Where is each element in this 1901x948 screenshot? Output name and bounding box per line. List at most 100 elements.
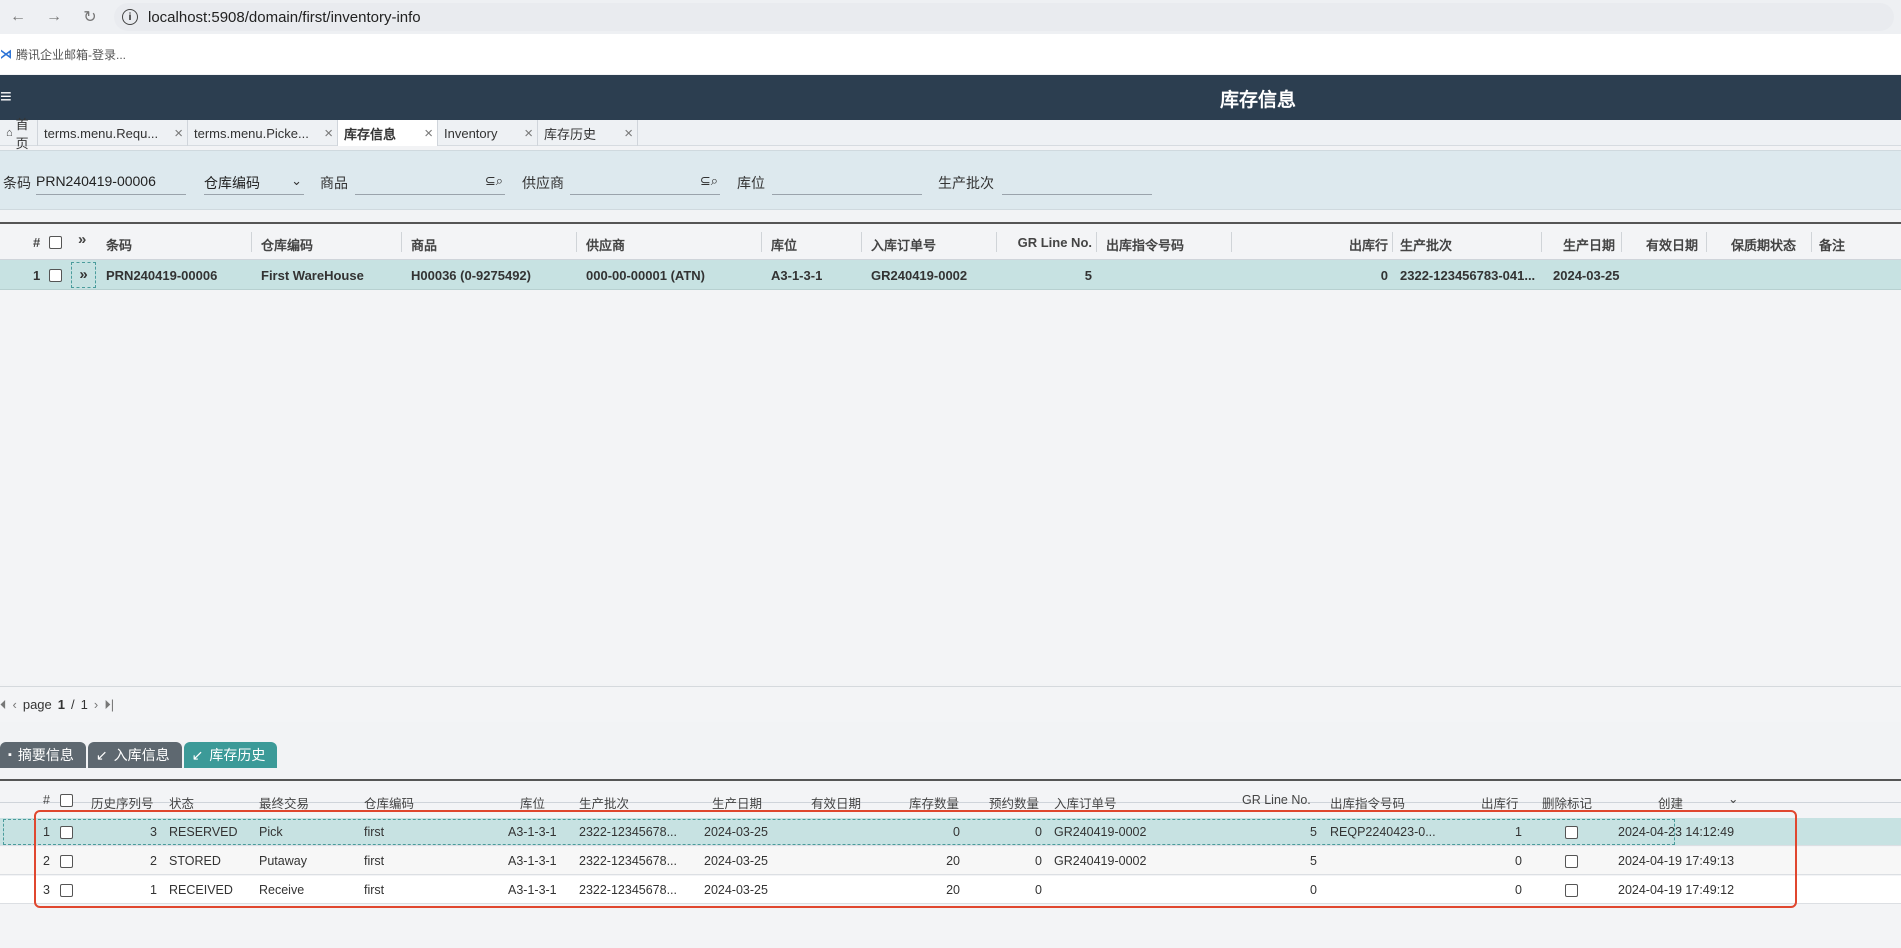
mail-icon: ⋊	[0, 47, 12, 61]
cell-location: A3-1-3-1	[508, 825, 557, 839]
cell-warehouse: first	[364, 854, 385, 868]
back-icon[interactable]: ←	[0, 8, 36, 26]
prev-page-icon[interactable]: ‹	[13, 697, 17, 712]
col-last-tx[interactable]: 最终交易	[259, 793, 309, 812]
close-icon[interactable]: ×	[324, 125, 333, 142]
col-created[interactable]: 创建	[1658, 793, 1683, 812]
table-row[interactable]: 2 2 STORED Putaway first A3-1-3-1 2322-1…	[0, 847, 1901, 875]
sort-desc-icon[interactable]: ⌄	[1728, 791, 1738, 806]
col-mfg-date[interactable]: 生产日期	[1545, 235, 1615, 254]
current-page: 1	[57, 697, 65, 712]
bookmark-item[interactable]: 腾讯企业邮箱-登录...	[16, 46, 126, 63]
expand-all-icon[interactable]: »	[78, 231, 86, 248]
reload-icon[interactable]: ↻	[72, 7, 108, 27]
grid-header: # » 条码 仓库编码 商品 供应商 库位 入库订单号 GR Line No. …	[0, 224, 1901, 260]
row-checkbox[interactable]	[60, 855, 73, 868]
product-input[interactable]: ⊆⌕	[355, 165, 505, 195]
tab-inbound-info[interactable]: ↙ 入库信息	[87, 742, 182, 768]
address-bar[interactable]: i localhost:5908/domain/first/inventory-…	[114, 3, 1894, 31]
deleted-checkbox[interactable]	[1565, 884, 1578, 897]
col-gr-line[interactable]: GR Line No.	[1000, 235, 1092, 250]
tab-inventory-history[interactable]: 库存历史 ×	[538, 120, 638, 146]
history-grid: # 历史序列号 状态 最终交易 仓库编码 库位 生产批次 生产日期 有效日期 库…	[0, 779, 1901, 948]
tab-inventory-info[interactable]: 库存信息 ×	[338, 120, 438, 146]
col-mfg-date[interactable]: 生产日期	[712, 793, 762, 812]
table-row[interactable]: 3 1 RECEIVED Receive first A3-1-3-1 2322…	[0, 876, 1901, 904]
barcode-input[interactable]: PRN240419-00006	[36, 165, 186, 195]
col-product[interactable]: 商品	[411, 235, 437, 254]
first-page-icon[interactable]: ⏴	[0, 697, 7, 713]
col-out-line[interactable]: 出库行	[1481, 793, 1519, 812]
select-all-checkbox[interactable]	[49, 236, 62, 249]
forward-icon[interactable]: →	[36, 8, 72, 26]
select-all-checkbox[interactable]	[60, 794, 73, 807]
table-row[interactable]: 1 3 RESERVED Pick first A3-1-3-1 2322-12…	[0, 818, 1901, 846]
cell-qty: 20	[946, 883, 960, 897]
col-remark[interactable]: 备注	[1819, 235, 1845, 254]
table-row[interactable]: 1 » PRN240419-00006 First WareHouse H000…	[0, 260, 1901, 290]
tab-label: 入库信息	[113, 747, 170, 763]
close-icon[interactable]: ×	[524, 125, 533, 142]
cell-location: A3-1-3-1	[771, 268, 823, 283]
col-location[interactable]: 库位	[771, 235, 797, 254]
col-reserved[interactable]: 预约数量	[989, 793, 1039, 812]
col-exp-date[interactable]: 有效日期	[811, 793, 861, 812]
deleted-checkbox[interactable]	[1565, 826, 1578, 839]
col-supplier[interactable]: 供应商	[586, 235, 625, 254]
col-qty[interactable]: 库存数量	[909, 793, 959, 812]
batch-input[interactable]	[1002, 165, 1152, 195]
lookup-icon[interactable]: ⊆⌕	[700, 173, 718, 189]
col-out-line[interactable]: 出库行	[1330, 235, 1388, 254]
supplier-input[interactable]: ⊆⌕	[570, 165, 720, 195]
col-pick-order[interactable]: 出库指令号码	[1330, 793, 1405, 812]
cell-batch: 2322-12345678...	[579, 883, 678, 897]
page-separator: /	[71, 697, 75, 712]
col-seq[interactable]: 历史序列号	[91, 793, 154, 812]
col-gr-order[interactable]: 入库订单号	[1054, 793, 1117, 812]
info-icon[interactable]: i	[122, 9, 138, 25]
row-expand-icon[interactable]: »	[71, 262, 96, 288]
cell-mfg-date: 2024-03-25	[704, 825, 768, 839]
col-shelf-status[interactable]: 保质期状态	[1710, 235, 1796, 254]
cell-status: RESERVED	[169, 825, 238, 839]
cell-batch: 2322-12345678...	[579, 825, 678, 839]
location-input[interactable]	[772, 165, 922, 195]
tab-summary[interactable]: ▪ 摘要信息	[0, 742, 86, 768]
col-gr-line[interactable]: GR Line No.	[1242, 793, 1311, 807]
col-warehouse[interactable]: 仓库编码	[364, 793, 414, 812]
col-gr-order[interactable]: 入库订单号	[871, 235, 936, 254]
row-checkbox[interactable]	[49, 269, 62, 282]
product-label: 商品	[320, 175, 348, 191]
col-pick-order[interactable]: 出库指令号码	[1106, 235, 1184, 254]
col-barcode[interactable]: 条码	[106, 235, 132, 254]
last-page-icon[interactable]: ⏵|	[104, 697, 114, 713]
col-batch[interactable]: 生产批次	[579, 793, 629, 812]
cell-mfg-date: 2024-03-25	[704, 854, 768, 868]
warehouse-select[interactable]: 仓库编码 ⌄	[204, 165, 304, 195]
cell-batch: 2322-123456783-041...	[1400, 268, 1536, 283]
col-location[interactable]: 库位	[520, 793, 545, 812]
close-icon[interactable]: ×	[424, 125, 433, 142]
tab-requisition[interactable]: terms.menu.Requ... ×	[38, 120, 188, 146]
col-deleted[interactable]: 删除标记	[1542, 793, 1592, 812]
barcode-label: 条码	[3, 175, 31, 191]
tab-picking[interactable]: terms.menu.Picke... ×	[188, 120, 338, 146]
col-warehouse[interactable]: 仓库编码	[261, 235, 313, 254]
row-checkbox[interactable]	[60, 826, 73, 839]
lookup-icon[interactable]: ⊆⌕	[485, 173, 503, 189]
col-status[interactable]: 状态	[169, 793, 194, 812]
tab-home[interactable]: ⌂ 首页	[0, 117, 38, 151]
col-exp-date[interactable]: 有效日期	[1625, 235, 1698, 254]
page-label: page	[22, 697, 52, 712]
tab-stock-history[interactable]: ↙ 库存历史	[183, 742, 278, 768]
cell-product: H00036 (0-9275492)	[411, 268, 531, 283]
hamburger-menu-icon[interactable]: ≡	[0, 86, 20, 109]
deleted-checkbox[interactable]	[1565, 855, 1578, 868]
row-checkbox[interactable]	[60, 884, 73, 897]
tab-inventory[interactable]: Inventory ×	[438, 120, 538, 146]
col-batch[interactable]: 生产批次	[1400, 235, 1452, 254]
close-icon[interactable]: ×	[174, 125, 183, 142]
col-divider	[1621, 232, 1622, 252]
close-icon[interactable]: ×	[624, 125, 633, 142]
next-page-icon[interactable]: ›	[94, 697, 98, 712]
